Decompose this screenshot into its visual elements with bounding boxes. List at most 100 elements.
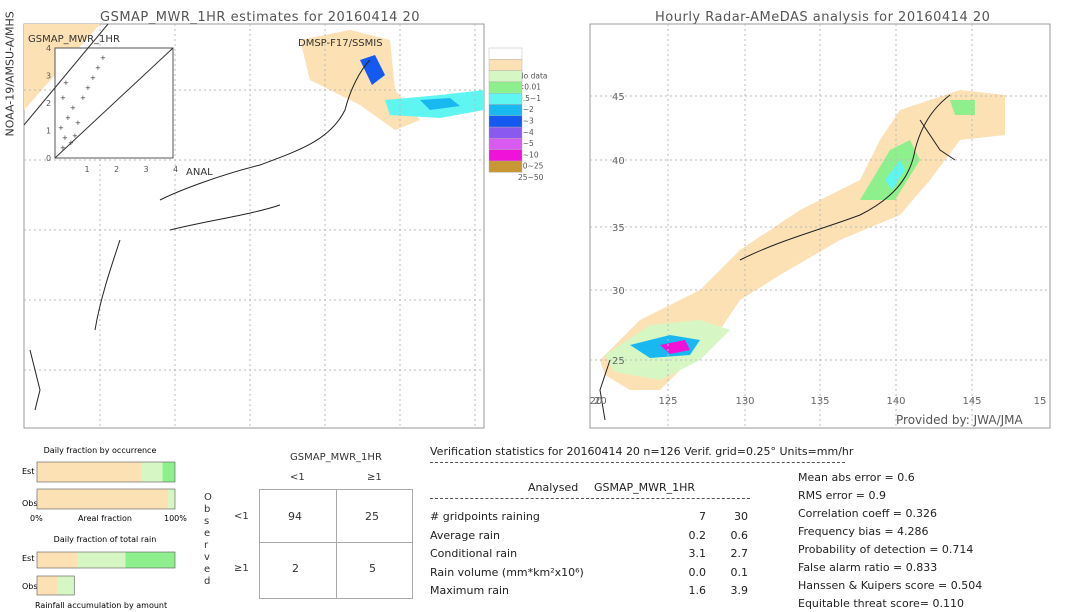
lon-tick-label: 130 xyxy=(735,396,754,407)
tr-est-segment xyxy=(37,552,78,568)
inset-x-tick: 1 xyxy=(85,165,90,174)
tr-obs-label: Obs xyxy=(22,582,38,591)
lat-tick-label: 35 xyxy=(612,223,625,234)
tr-obs-segment xyxy=(57,576,75,595)
occ-est-segment xyxy=(141,462,163,482)
lon-tick-label: 145 xyxy=(962,396,981,407)
scatter-point: + xyxy=(75,119,81,127)
inset-y-tick: 1 xyxy=(46,127,51,136)
stats-analysed-value: 0.0 xyxy=(688,565,707,579)
fraction-bars: Daily fraction by occurrence Est Obs 0% … xyxy=(22,446,187,610)
stats-analysed-value: 0.2 xyxy=(688,528,707,542)
occ-xlabel: Areal fraction xyxy=(78,514,132,523)
scatter-point: + xyxy=(72,132,78,140)
col-analysed: Analysed xyxy=(528,481,579,494)
legend-swatch xyxy=(488,81,523,94)
inset-y-tick: 3 xyxy=(46,72,51,81)
left-map: +++++++++++++++ GSMAP_MWR_1HR ANAL DMSP-… xyxy=(23,23,485,429)
legend-label: 25~50 xyxy=(518,173,544,182)
legend-label: No data xyxy=(518,71,547,80)
scatter-point: + xyxy=(60,144,66,152)
legend-swatch xyxy=(488,47,523,60)
cell-false-alarms: 25 xyxy=(365,510,379,523)
legend-swatch xyxy=(488,92,523,105)
score-line: Hanssen & Kuipers score = 0.504 xyxy=(798,579,983,592)
inset-y-tick: 4 xyxy=(46,44,51,53)
lon-tick-label: 135 xyxy=(810,396,829,407)
stats-est-value: 0.6 xyxy=(730,528,749,542)
divider xyxy=(430,498,750,499)
stats-analysed-value: 1.6 xyxy=(688,584,707,597)
stats-analysed-value: 7 xyxy=(699,510,706,523)
total-rain-title: Daily fraction of total rain xyxy=(54,535,157,544)
verification-figure: GSMAP_MWR_1HR estimates for 20160414 20 … xyxy=(0,0,1080,612)
inset-y-tick: 0 xyxy=(46,154,51,163)
occ-est-label: Est xyxy=(22,467,34,476)
lat-tick-label: 25 xyxy=(612,356,625,367)
scatter-point: + xyxy=(60,94,66,102)
score-line: Equitable threat score= 0.110 xyxy=(798,597,964,610)
scatter-point: + xyxy=(85,84,91,92)
scatter-point: + xyxy=(95,64,101,72)
occ-obs-segment xyxy=(168,489,175,509)
tr-est-segment xyxy=(77,552,126,568)
scatter-point: + xyxy=(90,74,96,82)
lat-tick-label: 20 xyxy=(594,396,607,407)
divider xyxy=(430,462,845,463)
contingency-title: GSMAP_MWR_1HR xyxy=(290,452,382,463)
stats-row-label: Average rain xyxy=(430,528,500,542)
score-line: False alarm ratio = 0.833 xyxy=(798,561,938,574)
occ-obs-segment xyxy=(37,489,169,509)
tr-est-segment xyxy=(125,552,175,568)
stats-header: Verification statistics for 20160414 20 … xyxy=(430,445,854,458)
score-line: Frequency bias = 4.286 xyxy=(798,525,929,538)
scatter-point: + xyxy=(65,114,71,122)
inset-x-tick: 3 xyxy=(144,165,149,174)
score-line: RMS error = 0.9 xyxy=(798,489,886,502)
legend-swatch xyxy=(488,59,523,71)
right-map: 20 125 130 135 140 145 15454035302520 Provided… xyxy=(589,23,1051,429)
occ-est-segment xyxy=(162,462,175,482)
cell-hits: 5 xyxy=(369,562,376,575)
stats-est-value: 2.7 xyxy=(730,547,749,560)
cell-misses: 2 xyxy=(292,562,299,575)
legend-swatch xyxy=(488,104,523,117)
legend-swatch xyxy=(488,149,523,162)
occurrence-title: Daily fraction by occurrence xyxy=(44,446,157,455)
row-header-lt1: <1 xyxy=(234,511,249,522)
stats-row-label: # gridpoints raining xyxy=(430,510,540,523)
stats-est-value: 3.9 xyxy=(730,584,749,597)
row-header-ge1: ≥1 xyxy=(234,563,249,574)
lon-tick-label: 140 xyxy=(886,396,905,407)
stats-est-value: 30 xyxy=(734,510,748,523)
occ-min-label: 0% xyxy=(30,514,43,523)
inset-xlabel: ANAL xyxy=(186,167,213,178)
col-header-ge1: ≥1 xyxy=(367,472,382,483)
sensor-label: DMSP-F17/SSMIS xyxy=(298,38,383,49)
col-est: GSMAP_MWR_1HR xyxy=(594,481,696,494)
legend-swatch xyxy=(488,115,523,128)
tr-obs-segment xyxy=(37,576,58,595)
score-line: Mean abs error = 0.6 xyxy=(798,471,915,484)
stats-row-label: Conditional rain xyxy=(430,547,518,560)
occ-obs-label: Obs xyxy=(22,499,38,508)
maps-svg: +++++++++++++++ GSMAP_MWR_1HR ANAL DMSP-… xyxy=(23,23,1051,429)
inset-x-tick: 4 xyxy=(173,165,178,174)
observed-label: Observed xyxy=(204,492,212,587)
scatter-point: + xyxy=(63,79,69,87)
cell-hits-none: 94 xyxy=(288,510,302,523)
scatter-point: + xyxy=(70,104,76,112)
total-rain-footer: Rainfall accumulation by amount xyxy=(35,601,167,610)
scatter-point: + xyxy=(68,139,74,147)
occ-est-segment xyxy=(37,462,142,482)
stats-est-value: 0.1 xyxy=(730,565,749,579)
stats-analysed-value: 3.1 xyxy=(688,547,707,560)
lon-tick-label: 15 xyxy=(1034,396,1047,407)
inset-title: GSMAP_MWR_1HR xyxy=(28,34,120,45)
tr-est-label: Est xyxy=(22,554,34,563)
legend-swatch xyxy=(488,70,523,83)
scatter-point: + xyxy=(80,94,86,102)
scatter-point: + xyxy=(100,54,106,62)
data-credit: Provided by: JWA/JMA xyxy=(896,413,1024,427)
legend-swatch xyxy=(488,138,523,150)
